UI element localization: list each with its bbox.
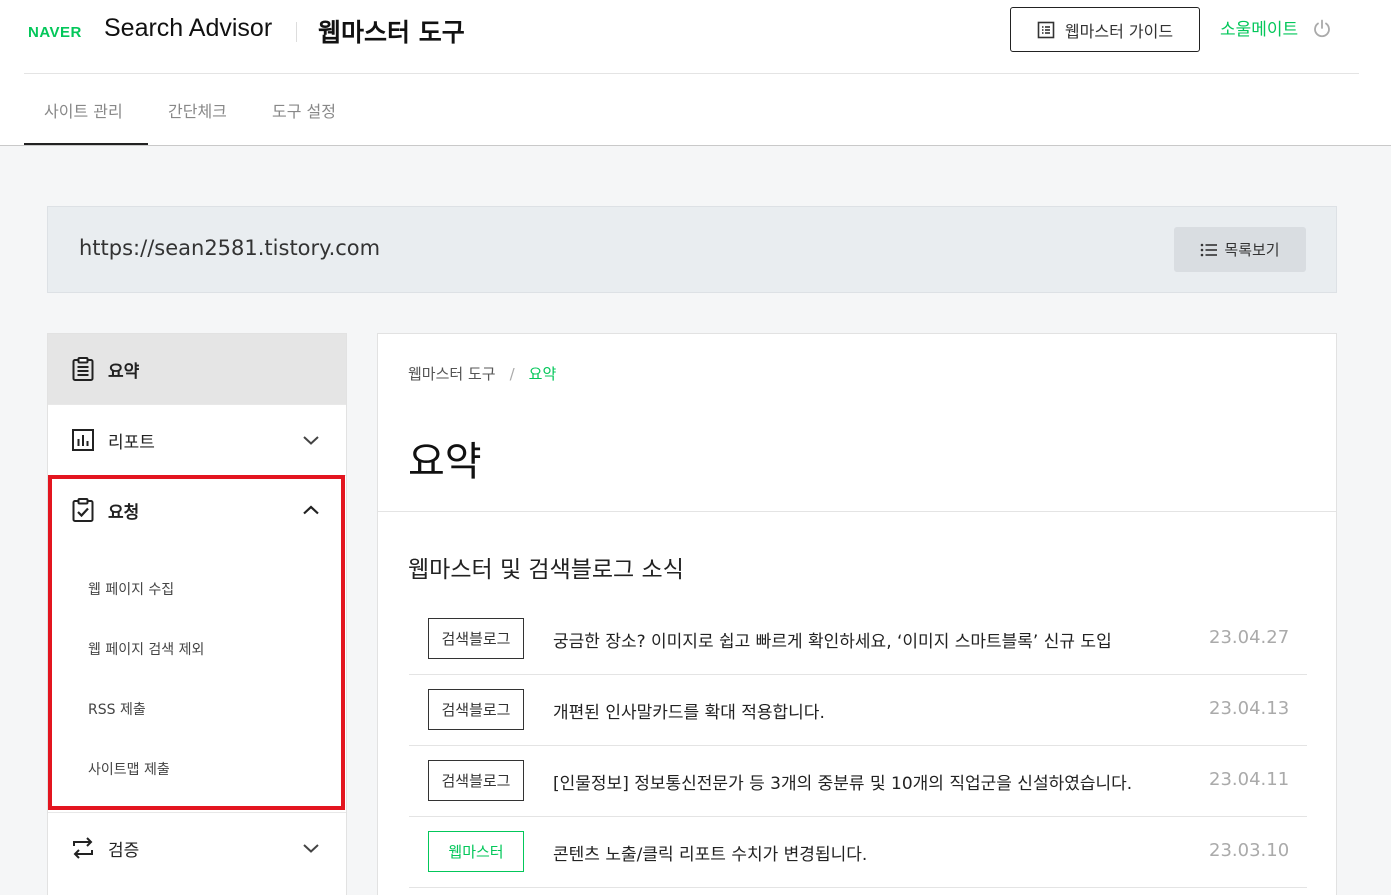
breadcrumb-current: 요약 (528, 365, 557, 383)
sidebar-item-request[interactable]: 요청 (48, 475, 346, 545)
bar-chart-icon (72, 429, 94, 451)
search-advisor-logo[interactable]: Search Advisor (104, 14, 272, 43)
active-tab-indicator (24, 143, 148, 145)
sidebar-item-label: 검증 (108, 840, 140, 861)
breadcrumb-root[interactable]: 웹마스터 도구 (408, 363, 496, 384)
news-date: 23.03.10 (1209, 840, 1290, 861)
chevron-down-icon (303, 436, 319, 445)
webmaster-guide-button[interactable]: 웹마스터 가이드 (1010, 7, 1200, 52)
sidebar-item-verify[interactable]: 검증 (48, 813, 346, 883)
news-date: 23.04.27 (1209, 627, 1290, 648)
sidebar-item-summary[interactable]: 요약 (48, 334, 346, 404)
chevron-down-icon (303, 844, 319, 853)
naver-logo[interactable]: NAVER (28, 24, 82, 41)
news-date: 23.04.11 (1209, 769, 1290, 790)
sidebar: 요약 리포트 요청 웹 페이지 수집 웹 페이지 검색 제외 RSS 제출 사이… (47, 333, 347, 895)
webmaster-guide-label: 웹마스터 가이드 (1064, 21, 1174, 41)
sidebar-item-report[interactable]: 리포트 (48, 405, 346, 475)
site-url-bar: https://sean2581.tistory.com 목록보기 (47, 206, 1337, 293)
news-tag: 검색블로그 (428, 689, 524, 730)
news-title-link[interactable]: 개편된 인사말카드를 확대 적용합니다. (553, 698, 825, 723)
news-tag: 검색블로그 (428, 618, 524, 659)
tab-tool-settings[interactable]: 도구 설정 (272, 98, 336, 122)
news-date: 23.04.13 (1209, 698, 1290, 719)
page-title: 요약 (408, 439, 482, 485)
guide-list-icon (1037, 21, 1055, 38)
chevron-up-icon (303, 505, 319, 515)
tab-quick-check[interactable]: 간단체크 (168, 98, 227, 122)
clipboard-check-icon (72, 498, 94, 522)
header-divider (24, 73, 1359, 74)
submenu-rss-submit[interactable]: RSS 제출 (88, 699, 146, 719)
sidebar-item-label: 요청 (108, 502, 140, 523)
news-row: 검색블로그 개편된 인사말카드를 확대 적용합니다. 23.04.13 (409, 675, 1307, 746)
submenu-web-page-exclude[interactable]: 웹 페이지 검색 제외 (88, 639, 204, 659)
clipboard-list-icon (72, 357, 94, 381)
user-name-link[interactable]: 소울메이트 (1220, 15, 1298, 40)
sidebar-item-label: 리포트 (108, 432, 155, 453)
list-icon (1201, 243, 1218, 256)
top-header: NAVER Search Advisor 웹마스터 도구 웹마스터 가이드 소울… (0, 0, 1391, 146)
main-panel: 웹마스터 도구 / 요약 요약 웹마스터 및 검색블로그 소식 검색블로그 궁금… (377, 333, 1337, 895)
submenu-sitemap-submit[interactable]: 사이트맵 제출 (88, 759, 170, 779)
list-view-button[interactable]: 목록보기 (1174, 227, 1306, 272)
title-divider (378, 511, 1336, 512)
site-url: https://sean2581.tistory.com (79, 236, 381, 260)
news-title-link[interactable]: 콘텐츠 노출/클릭 리포트 수치가 변경됩니다. (553, 840, 867, 865)
news-row: 검색블로그 [인물정보] 정보통신전문가 등 3개의 중분류 및 10개의 직업… (409, 746, 1307, 817)
power-icon[interactable] (1312, 19, 1332, 39)
submenu-web-page-collect[interactable]: 웹 페이지 수집 (88, 579, 174, 599)
sidebar-item-label: 요약 (108, 361, 140, 382)
news-row: 웹마스터 콘텐츠 노출/클릭 리포트 수치가 변경됩니다. 23.03.10 (409, 817, 1307, 888)
breadcrumb: 웹마스터 도구 / 요약 (408, 363, 556, 384)
breadcrumb-separator: / (509, 364, 515, 383)
news-row: 검색블로그 궁금한 장소? 이미지로 쉽고 빠르게 확인하세요, ‘이미지 스마… (409, 604, 1307, 675)
news-section-title: 웹마스터 및 검색블로그 소식 (408, 557, 684, 583)
news-title-link[interactable]: 궁금한 장소? 이미지로 쉽고 빠르게 확인하세요, ‘이미지 스마트블록’ 신… (553, 627, 1112, 652)
webmaster-tool-title[interactable]: 웹마스터 도구 (318, 13, 465, 49)
news-tag: 웹마스터 (428, 831, 524, 872)
news-title-link[interactable]: [인물정보] 정보통신전문가 등 3개의 중분류 및 10개의 직업군을 신설하… (553, 769, 1132, 794)
swap-arrows-icon (73, 837, 93, 859)
list-view-label: 목록보기 (1224, 241, 1280, 259)
tab-site-management[interactable]: 사이트 관리 (44, 98, 123, 122)
news-tag: 검색블로그 (428, 760, 524, 801)
logo-divider (296, 22, 297, 42)
